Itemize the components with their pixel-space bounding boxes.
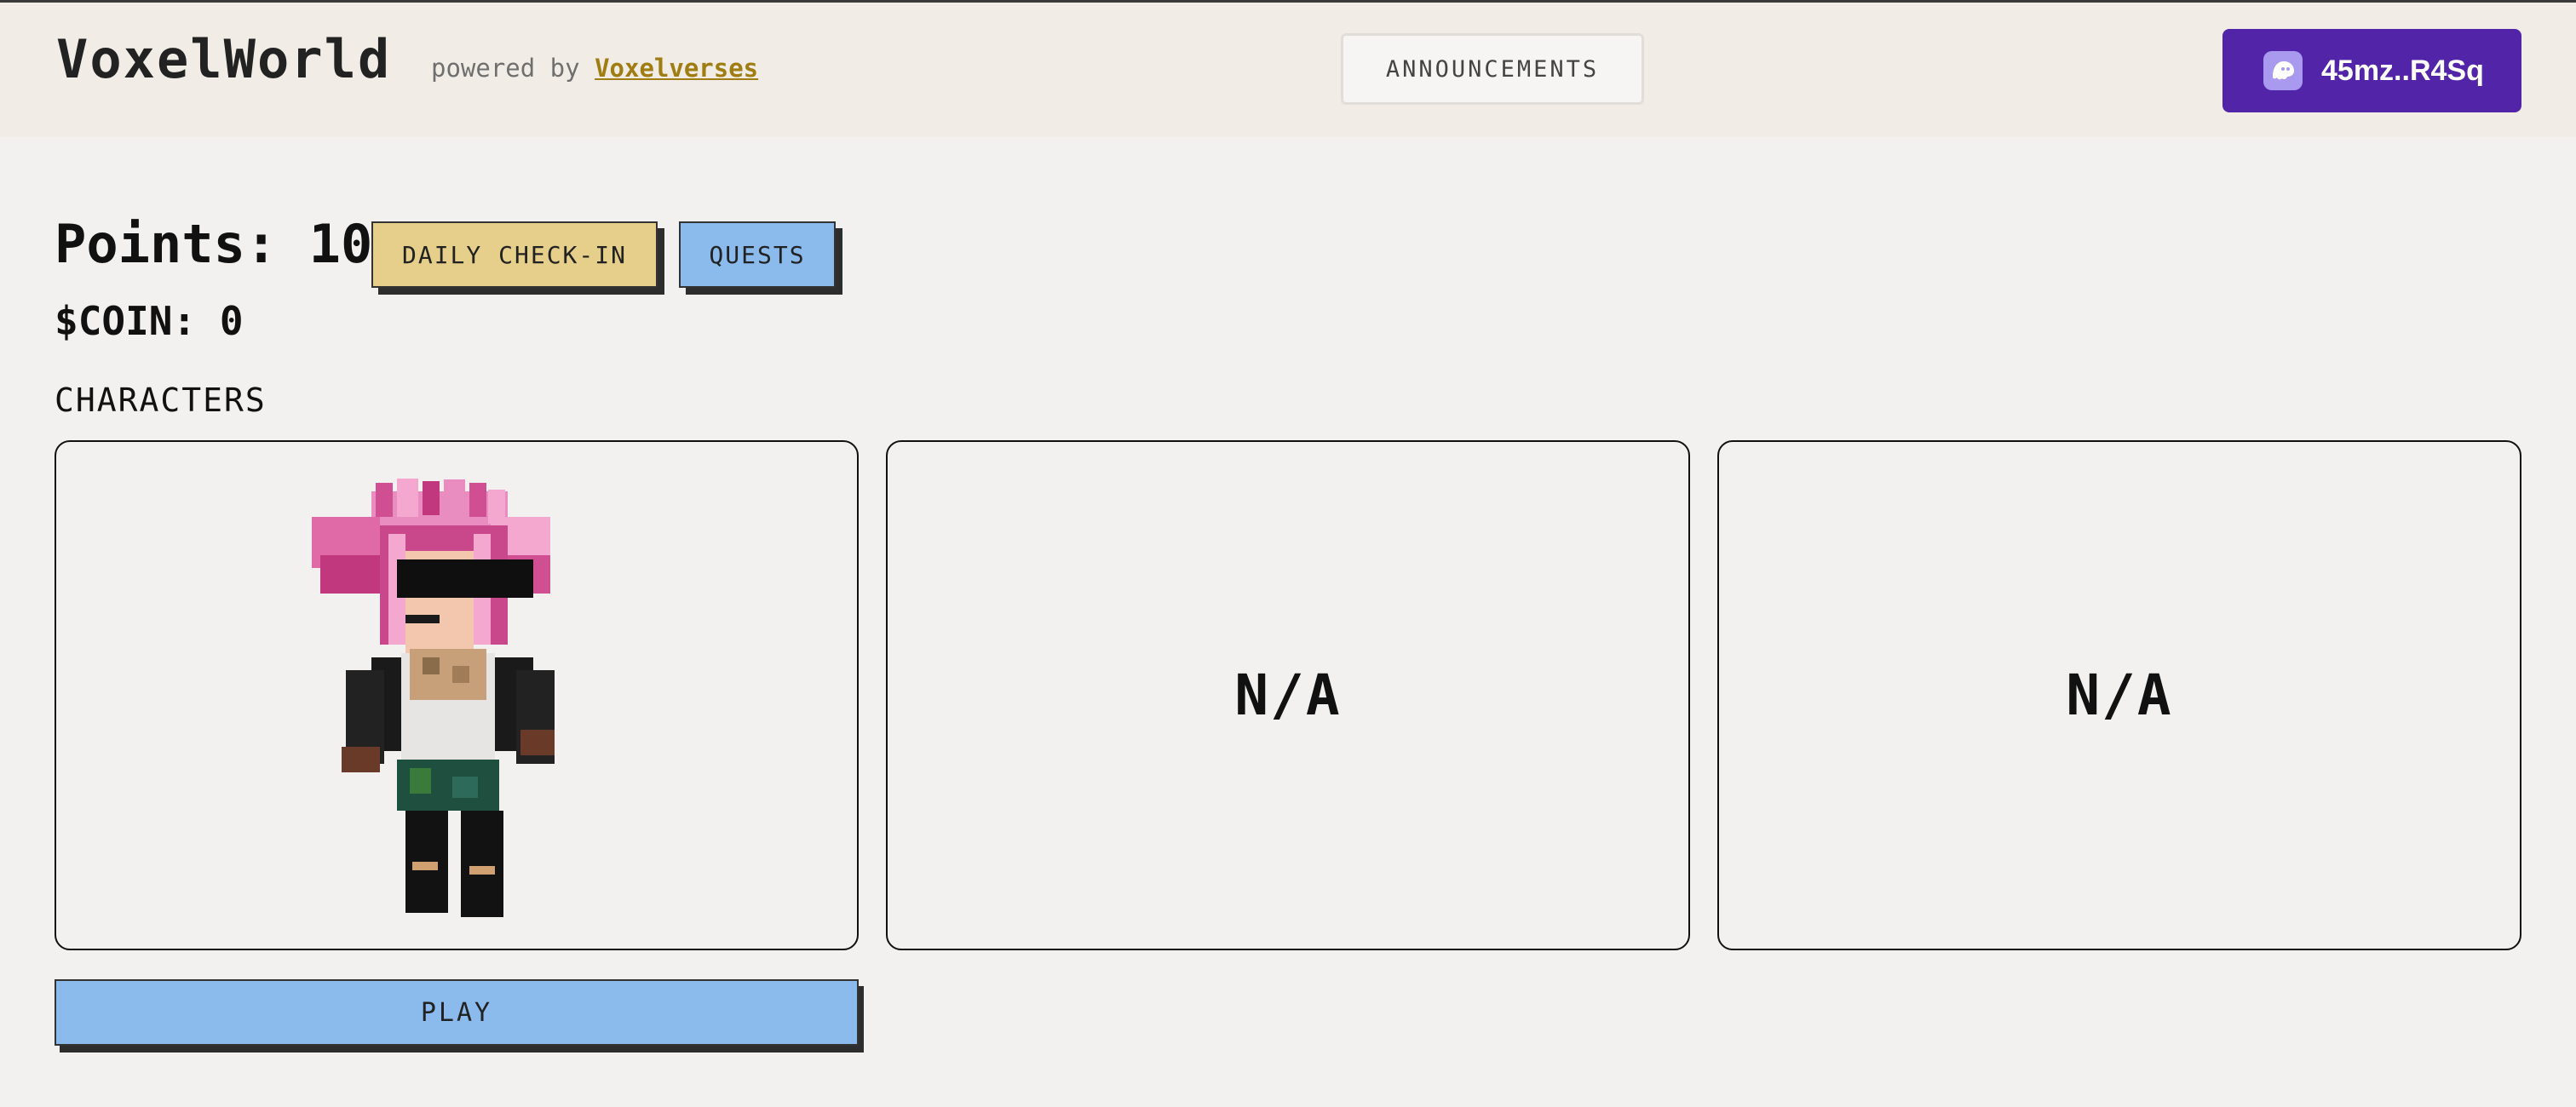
- top-header: VoxelWorld powered by Voxelverses ANNOUN…: [0, 3, 2576, 137]
- powered-by-prefix: powered by: [431, 54, 580, 83]
- character-slot-2[interactable]: N/A: [886, 440, 1690, 950]
- character-slot-1[interactable]: [55, 440, 859, 950]
- empty-slot-label: N/A: [2066, 662, 2173, 728]
- coin-balance: $COIN: 0: [55, 298, 244, 344]
- character-slot-3[interactable]: N/A: [1717, 440, 2521, 950]
- phantom-ghost-icon: [2263, 51, 2303, 90]
- play-button[interactable]: PLAY: [55, 979, 859, 1046]
- wallet-button[interactable]: 45mz..R4Sq: [2222, 29, 2521, 112]
- points-display: Points: 100: [55, 213, 405, 275]
- empty-slot-label: N/A: [1234, 662, 1342, 728]
- brand-logo-text: VoxelWorld: [56, 28, 392, 90]
- announcements-button[interactable]: ANNOUNCEMENTS: [1341, 33, 1644, 105]
- characters-heading: CHARACTERS: [55, 381, 267, 419]
- powered-by: powered by Voxelverses: [431, 54, 758, 83]
- voxel-avatar-image: [312, 479, 555, 917]
- voxelverses-link[interactable]: Voxelverses: [595, 54, 758, 83]
- wallet-address: 45mz..R4Sq: [2321, 54, 2484, 87]
- daily-checkin-button[interactable]: DAILY CHECK-IN: [371, 221, 658, 288]
- quests-button[interactable]: QUESTS: [679, 221, 836, 288]
